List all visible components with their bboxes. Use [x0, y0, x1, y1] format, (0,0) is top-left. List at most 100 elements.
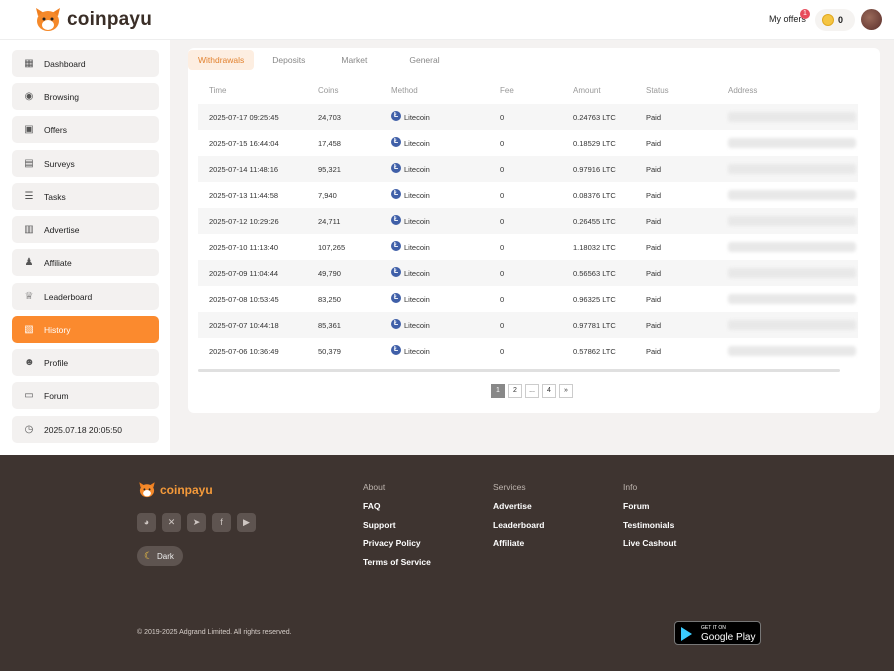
- footer-link-terms[interactable]: Terms of Service: [363, 557, 431, 567]
- sidebar-item-advertise[interactable]: ▥ Advertise: [12, 216, 159, 243]
- cell-amount: 0.24763 LTC: [573, 113, 616, 122]
- sidebar-item-affiliate[interactable]: ♟ Affiliate: [12, 249, 159, 276]
- tasks-icon: ☰: [24, 190, 34, 202]
- cell-method: Litecoin: [404, 217, 430, 226]
- tab-withdrawals[interactable]: Withdrawals: [188, 50, 255, 70]
- gplay-big-text: Google Play: [701, 632, 756, 643]
- tab-market[interactable]: Market: [331, 50, 377, 70]
- history-icon: ▧: [24, 323, 34, 335]
- cell-coins: 107,265: [318, 243, 346, 252]
- litecoin-icon: Ł: [391, 293, 401, 303]
- google-play-badge[interactable]: GET IT ON Google Play: [674, 621, 761, 645]
- litecoin-icon: Ł: [391, 215, 401, 225]
- sidebar-item-surveys[interactable]: ▤ Surveys: [12, 150, 159, 177]
- col-fee: Fee: [500, 86, 514, 95]
- sidebar-item-profile[interactable]: ☻ Profile: [12, 349, 159, 376]
- cell-address-redacted: [728, 138, 856, 148]
- dark-mode-toggle[interactable]: ☾ Dark: [137, 546, 183, 566]
- sidebar-item-forum[interactable]: ▭ Forum: [12, 382, 159, 409]
- discord-icon[interactable]: ◕: [137, 513, 156, 532]
- footer-link-advertise[interactable]: Advertise: [493, 501, 545, 511]
- litecoin-icon: Ł: [391, 241, 401, 251]
- cell-status: Paid: [646, 165, 662, 174]
- footer-logo-text: coinpayu: [160, 483, 213, 497]
- col-amount: Amount: [573, 86, 601, 95]
- sidebar-item-label: Forum: [44, 390, 69, 401]
- litecoin-icon: Ł: [391, 267, 401, 277]
- sidebar-item-label: Profile: [44, 357, 69, 368]
- cell-coins: 50,379: [318, 347, 341, 356]
- footer-link-forum[interactable]: Forum: [623, 501, 676, 511]
- table-row: 2025-07-09 11:04:44 49,790 Ł Litecoin 0 …: [198, 260, 858, 286]
- telegram-icon[interactable]: ➤: [187, 513, 206, 532]
- affiliate-icon: ♟: [24, 256, 34, 268]
- cell-status: Paid: [646, 347, 662, 356]
- sidebar-item-history[interactable]: ▧ History: [12, 316, 159, 343]
- litecoin-icon: Ł: [391, 189, 401, 199]
- avatar[interactable]: [861, 9, 882, 30]
- page-2-button[interactable]: 2: [508, 384, 522, 398]
- next-page-button[interactable]: »: [559, 384, 573, 398]
- youtube-icon[interactable]: ▶: [237, 513, 256, 532]
- facebook-icon[interactable]: f: [212, 513, 231, 532]
- sidebar-item-offers[interactable]: ▣ Offers: [12, 116, 159, 143]
- table-row: 2025-07-06 10:36:49 50,379 Ł Litecoin 0 …: [198, 338, 858, 364]
- cell-status: Paid: [646, 269, 662, 278]
- sidebar-item-leaderboard[interactable]: ♕ Leaderboard: [12, 283, 159, 310]
- col-address: Address: [728, 86, 758, 95]
- coin-balance[interactable]: 0: [815, 9, 855, 31]
- cell-amount: 1.18032 LTC: [573, 243, 616, 252]
- cell-address-redacted: [728, 242, 856, 252]
- cell-address-redacted: [728, 112, 856, 122]
- footer-link-live-cashout[interactable]: Live Cashout: [623, 538, 676, 548]
- social-links: ◕ ✕ ➤ f ▶: [137, 513, 262, 532]
- footer-link-testimonials[interactable]: Testimonials: [623, 520, 676, 530]
- footer-link-affiliate[interactable]: Affiliate: [493, 538, 545, 548]
- cell-method: Litecoin: [404, 113, 430, 122]
- page-1-button[interactable]: 1: [491, 384, 505, 398]
- footer-link-leaderboard[interactable]: Leaderboard: [493, 520, 545, 530]
- footer-logo[interactable]: coinpayu: [137, 481, 213, 499]
- footer-column-title: Services: [493, 482, 526, 492]
- cell-time: 2025-07-09 11:04:44: [209, 269, 279, 278]
- table-horizontal-scrollbar[interactable]: [198, 369, 840, 372]
- sidebar-item-dashboard[interactable]: ▦ Dashboard: [12, 50, 159, 77]
- table-row: 2025-07-10 11:13:40 107,265 Ł Litecoin 0…: [198, 234, 858, 260]
- fox-logo-icon: [139, 482, 155, 498]
- cell-amount: 0.56563 LTC: [573, 269, 616, 278]
- eye-icon: ◉: [24, 90, 34, 102]
- cell-fee: 0: [500, 165, 505, 174]
- x-twitter-icon[interactable]: ✕: [162, 513, 181, 532]
- col-status: Status: [646, 86, 669, 95]
- page-4-button[interactable]: 4: [542, 384, 556, 398]
- cell-status: Paid: [646, 217, 662, 226]
- sidebar-item-browsing[interactable]: ◉ Browsing: [12, 83, 159, 110]
- tab-general[interactable]: General: [399, 50, 449, 70]
- cell-status: Paid: [646, 139, 662, 148]
- cell-method: Litecoin: [404, 269, 430, 278]
- cell-coins: 17,458: [318, 139, 341, 148]
- cell-coins: 83,250: [318, 295, 341, 304]
- footer-link-privacy[interactable]: Privacy Policy: [363, 538, 431, 548]
- cell-address-redacted: [728, 190, 856, 200]
- profile-icon: ☻: [24, 356, 35, 368]
- cell-method: Litecoin: [404, 191, 430, 200]
- cell-coins: 24,703: [318, 113, 341, 122]
- sidebar-item-tasks[interactable]: ☰ Tasks: [12, 183, 159, 210]
- footer-column-title: Info: [623, 482, 638, 492]
- cell-method: Litecoin: [404, 165, 430, 174]
- sidebar: ▦ Dashboard ◉ Browsing ▣ Offers ▤ Survey…: [0, 40, 170, 455]
- footer-link-support[interactable]: Support: [363, 520, 431, 530]
- dark-mode-label: Dark: [156, 551, 174, 561]
- litecoin-icon: Ł: [391, 345, 401, 355]
- tab-deposits[interactable]: Deposits: [262, 50, 315, 70]
- cell-method: Litecoin: [404, 139, 430, 148]
- cell-coins: 95,321: [318, 165, 341, 174]
- footer-column-services: Services Advertise Leaderboard Affiliate: [493, 482, 545, 557]
- sidebar-item-label: Advertise: [44, 224, 80, 235]
- cell-address-redacted: [728, 164, 856, 174]
- footer-link-faq[interactable]: FAQ: [363, 501, 431, 511]
- cell-status: Paid: [646, 295, 662, 304]
- logo[interactable]: coinpayu: [33, 6, 152, 34]
- history-tabs: Withdrawals Deposits Market General: [188, 50, 458, 70]
